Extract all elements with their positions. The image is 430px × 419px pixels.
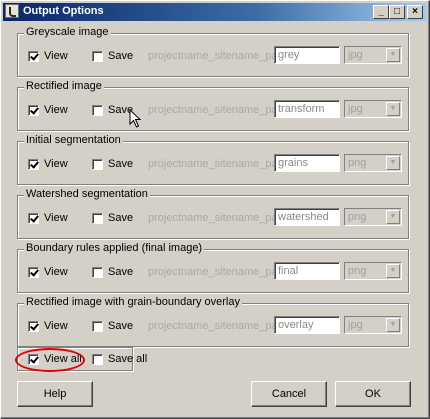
format-value: jpg: [348, 49, 363, 61]
ok-button[interactable]: OK: [335, 381, 411, 407]
help-button[interactable]: Help: [17, 381, 93, 407]
filename-pattern: projectname_sitename_patchID_: [148, 212, 274, 224]
format-select[interactable]: jpg ▼: [344, 46, 402, 64]
maximize-button[interactable]: □: [389, 5, 405, 19]
group-box: Rectified image with grain-boundary over…: [17, 296, 409, 347]
view-label[interactable]: View: [44, 50, 68, 62]
chevron-down-icon[interactable]: ▼: [386, 102, 400, 116]
filename-pattern: projectname_sitename_patchID_: [148, 50, 274, 62]
group-box: Boundary rules applied (final image) View…: [17, 242, 409, 293]
save-checkbox[interactable]: [92, 105, 103, 116]
format-select[interactable]: jpg ▼: [344, 100, 402, 118]
group-title: Rectified image with grain-boundary over…: [24, 296, 242, 308]
save-label[interactable]: Save: [108, 50, 133, 62]
view-checkbox[interactable]: [28, 159, 39, 170]
save-checkbox[interactable]: [92, 267, 103, 278]
cancel-button[interactable]: Cancel: [251, 381, 327, 407]
group-box: Rectified image View Save projectname_siten…: [17, 80, 409, 131]
group-title: Greyscale image: [24, 26, 111, 38]
group-title: Rectified image: [24, 80, 104, 92]
view-checkbox[interactable]: [28, 267, 39, 278]
filename-pattern: projectname_sitename_patchID_: [148, 320, 274, 332]
suffix-input[interactable]: watershed: [274, 208, 340, 226]
view-label[interactable]: View: [44, 266, 68, 278]
group-box: Watershed segmentation View Save projectnam…: [17, 188, 409, 239]
filename-pattern: projectname_sitename_patchID_: [148, 104, 274, 116]
suffix-input[interactable]: overlay: [274, 316, 340, 334]
title-bar[interactable]: Output Options _ □ ×: [3, 3, 427, 21]
chevron-down-icon[interactable]: ▼: [386, 264, 400, 278]
close-button[interactable]: ×: [407, 5, 423, 19]
minimize-button[interactable]: _: [373, 5, 389, 19]
save-checkbox[interactable]: [92, 159, 103, 170]
view-checkbox[interactable]: [28, 213, 39, 224]
chevron-down-icon[interactable]: ▼: [386, 48, 400, 62]
format-value: png: [348, 211, 367, 223]
view-label[interactable]: View: [44, 104, 68, 116]
save-all-checkbox[interactable]: [92, 354, 103, 365]
save-all-label[interactable]: Save all: [108, 353, 147, 365]
save-label[interactable]: Save: [108, 320, 133, 332]
format-select[interactable]: jpg ▼: [344, 316, 402, 334]
filename-pattern: projectname_sitename_patchID_: [148, 158, 274, 170]
view-checkbox[interactable]: [28, 105, 39, 116]
view-label[interactable]: View: [44, 158, 68, 170]
chevron-down-icon[interactable]: ▼: [386, 210, 400, 224]
view-label[interactable]: View: [44, 212, 68, 224]
format-select[interactable]: png ▼: [344, 208, 402, 226]
filename-pattern: projectname_sitename_patchID_: [148, 266, 274, 278]
suffix-input[interactable]: transform: [274, 100, 340, 118]
group-box: Initial segmentation View Save projectname_…: [17, 134, 409, 185]
format-select[interactable]: png ▼: [344, 154, 402, 172]
app-icon: [5, 4, 19, 18]
format-value: jpg: [348, 103, 363, 115]
view-checkbox[interactable]: [28, 51, 39, 62]
save-checkbox[interactable]: [92, 51, 103, 62]
chevron-down-icon[interactable]: ▼: [386, 156, 400, 170]
save-checkbox[interactable]: [92, 321, 103, 332]
suffix-input[interactable]: grey: [274, 46, 340, 64]
window-title: Output Options: [23, 5, 104, 17]
format-select[interactable]: png ▼: [344, 262, 402, 280]
format-value: png: [348, 157, 367, 169]
save-label[interactable]: Save: [108, 266, 133, 278]
format-value: jpg: [348, 319, 363, 331]
format-value: png: [348, 265, 367, 277]
chevron-down-icon[interactable]: ▼: [386, 318, 400, 332]
save-checkbox[interactable]: [92, 213, 103, 224]
save-label[interactable]: Save: [108, 158, 133, 170]
view-checkbox[interactable]: [28, 321, 39, 332]
view-label[interactable]: View: [44, 320, 68, 332]
suffix-input[interactable]: grains: [274, 154, 340, 172]
group-title: Boundary rules applied (final image): [24, 242, 205, 254]
save-label[interactable]: Save: [108, 212, 133, 224]
mouse-cursor-icon: [129, 109, 142, 128]
suffix-input[interactable]: final: [274, 262, 340, 280]
output-options-dialog: Output Options _ □ × Greyscale image View…: [0, 0, 430, 419]
group-title: Watershed segmentation: [24, 188, 150, 200]
highlight-annotation: [15, 348, 85, 372]
group-title: Initial segmentation: [24, 134, 123, 146]
group-box: Greyscale image View Save projectname_siten…: [17, 26, 409, 77]
